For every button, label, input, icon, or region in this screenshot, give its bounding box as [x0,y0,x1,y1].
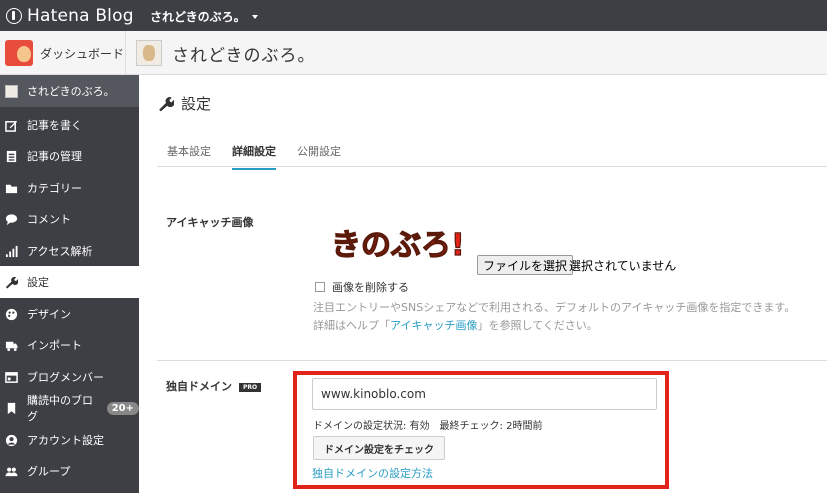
sub-header: ダッシュボード されどきのぶろ。 [0,31,827,75]
sidebar: されどきのぶろ。 記事を書く 記事の管理 カテゴリー コメント アクセス解析 設… [0,75,139,493]
sidebar-item-label: 記事の管理 [27,150,82,163]
page-title-text: 設定 [181,95,212,113]
sidebar-item-label: カテゴリー [27,182,82,195]
domain-input[interactable] [312,378,657,410]
sidebar-item-design[interactable]: デザイン [0,298,139,330]
page-title: 設定 [158,93,211,114]
eyecatch-label: アイキャッチ画像 [166,216,254,229]
wrench-icon [5,276,18,289]
sidebar-item-import[interactable]: インポート [0,329,139,361]
sidebar-item-analytics[interactable]: アクセス解析 [0,235,139,267]
sidebar-item-label: デザイン [27,308,71,321]
sidebar-item-blog[interactable]: されどきのぶろ。 [0,75,139,107]
sidebar-item-label: 記事を書く [27,119,82,132]
eyecatch-help-line2: 詳細はヘルプ「アイキャッチ画像」を参照してください。 [313,317,598,333]
domain-label-text: 独自ドメイン [166,380,232,393]
members-icon [5,371,18,384]
sidebar-item-members[interactable]: ブログメンバー [0,361,139,393]
blog-switcher-label: されどきのぶろ。 [150,10,246,24]
truck-icon [5,339,18,352]
delete-image-checkbox[interactable] [315,282,325,292]
user-avatar [5,40,33,66]
group-icon [5,465,18,478]
tab-basic[interactable]: 基本設定 [167,143,211,159]
delete-image-label: 画像を削除する [332,281,409,294]
eyecatch-image-text: きのぶろ! [331,228,464,263]
sidebar-item-label: インポート [27,339,82,352]
help-text-post: 」を参照してください。 [477,319,598,332]
file-select-button[interactable]: ファイルを選択 [477,255,574,275]
hatena-logo-icon [6,7,22,24]
section-divider [157,360,827,361]
caret-down-icon [251,14,258,19]
dashboard-label: ダッシュボード [40,46,125,61]
blog-avatar [136,40,162,66]
sidebar-item-label: グループ [27,465,71,478]
tab-advanced[interactable]: 詳細設定 [232,143,276,170]
settings-tabs: 基本設定 詳細設定 公開設定 [157,135,827,170]
domain-label: 独自ドメイン PRO [166,378,262,394]
dashboard-link[interactable]: ダッシュボード [0,31,126,75]
account-icon [5,434,18,447]
eyecatch-help-link[interactable]: アイキャッチ画像 [390,319,477,332]
chart-icon [5,245,18,258]
document-icon [5,150,18,163]
sidebar-item-label: ブログメンバー [27,371,104,384]
blog-avatar-icon [5,84,18,98]
subscription-count-badge: 20+ [106,401,139,415]
delete-image-option[interactable]: 画像を削除する [315,279,409,295]
domain-howto-link[interactable]: 独自ドメインの設定方法 [312,465,433,481]
sidebar-item-settings[interactable]: 設定 [0,266,139,298]
comment-icon [5,213,18,226]
folder-icon [5,182,18,195]
sidebar-item-subscriptions[interactable]: 購読中のブログ 20+ [0,392,139,424]
blog-switcher[interactable]: されどきのぶろ。 [150,8,258,25]
palette-icon [5,308,18,321]
hatena-blog-logo[interactable]: Hatena Blog [6,5,134,26]
wrench-icon [159,96,174,111]
main-content: 設定 基本設定 詳細設定 公開設定 アイキャッチ画像 きのぶろ! ファイルを選択… [139,75,827,493]
domain-status-text: ドメインの設定状況: 有効 最終チェック: 2時間前 [313,421,543,432]
file-status-text: 選択されていません [569,259,677,273]
bookmark-icon [5,402,18,415]
sidebar-item-label: 購読中のブログ [27,394,93,423]
sidebar-item-account[interactable]: アカウント設定 [0,424,139,456]
eyecatch-help-line1: 注目エントリーやSNSシェアなどで利用される、デフォルトのアイキャッチ画像を指定… [313,301,796,314]
blog-title: されどきのぶろ。 [172,45,316,66]
sidebar-item-comment[interactable]: コメント [0,203,139,235]
sidebar-item-label: アカウント設定 [27,434,104,447]
eyecatch-image: きのぶろ! [330,227,464,263]
sidebar-item-label: されどきのぶろ。 [27,85,115,98]
sidebar-item-write[interactable]: 記事を書く [0,109,139,141]
blog-header[interactable]: されどきのぶろ。 [136,31,316,75]
sidebar-item-group[interactable]: グループ [0,455,139,487]
brand-text: Hatena Blog [27,5,134,26]
tab-publish[interactable]: 公開設定 [297,143,341,159]
edit-icon [5,119,18,132]
sidebar-item-label: アクセス解析 [27,245,93,258]
sidebar-item-label: コメント [27,213,71,226]
pro-badge: PRO [239,382,262,392]
sidebar-item-manage[interactable]: 記事の管理 [0,140,139,172]
sidebar-item-category[interactable]: カテゴリー [0,172,139,204]
top-bar: Hatena Blog されどきのぶろ。 [0,0,827,31]
help-text-pre: 詳細はヘルプ「 [313,319,390,332]
check-domain-button[interactable]: ドメイン設定をチェック [313,436,445,460]
sidebar-item-label: 設定 [27,276,49,289]
